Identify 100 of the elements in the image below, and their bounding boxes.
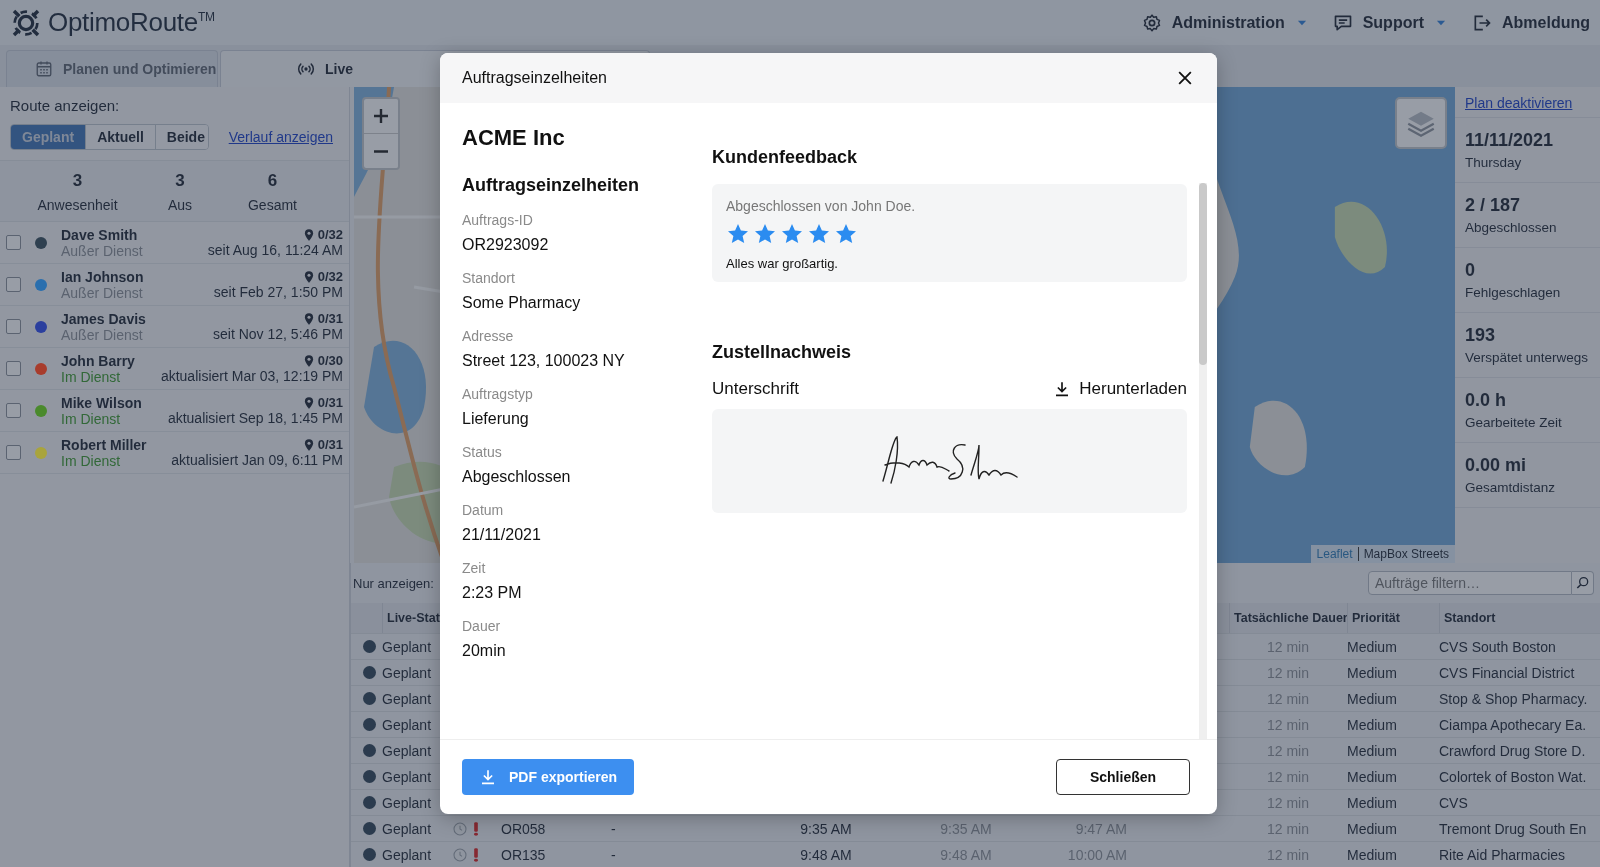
status-dot [363,666,376,679]
field-value: 21/11/2021 [462,526,542,544]
field-label: Status [462,444,503,460]
summary-count: 3 [72,171,83,191]
driver-name[interactable]: Ian Johnson [61,268,144,285]
driver-name[interactable]: Dave Smith [61,226,143,243]
table-cell-text: Geplant [382,794,433,811]
star-icon [726,222,750,246]
column-header[interactable]: Priorität [1347,603,1439,633]
table-cell-text: 9:35 AM [799,820,853,837]
export-pdf-button[interactable]: PDF exportieren [462,759,635,795]
stat-value: 0 [1465,259,1476,281]
field-label: Zeit [462,560,487,576]
checkbox[interactable] [6,235,21,250]
field-label: Auftrags-ID [462,212,534,228]
download-link[interactable]: Herunterladen [1053,379,1187,399]
summary-label: Gesamt [248,197,297,213]
clock-icon [452,820,468,837]
field-value: 2:23 PM [462,584,523,602]
order-count: 0/32 [317,269,343,284]
feedback-comment: Alles war großartig. [726,256,838,271]
status-dot [363,718,376,731]
close-button[interactable]: Schließen [1056,759,1190,795]
field-value: OR2923092 [462,236,550,254]
status-dot [363,770,376,783]
table-cell-text: Geplant [382,690,433,707]
star-icon [834,222,858,246]
minus-icon [373,149,389,153]
stat-label: Gesamtdistanz [1465,479,1557,495]
table-cell-text: Rite Aid Pharmacies [1439,846,1567,863]
layers-button[interactable] [1395,97,1447,149]
signature-label: Unterschrift [712,379,799,399]
deactivate-plan-link[interactable]: Plan deaktivieren [1455,87,1600,118]
plus-icon [373,108,389,124]
checkbox[interactable] [6,445,21,460]
app-logo[interactable]: OptimoRoute$^{TM}$ [48,7,215,38]
table-cell-text: Geplant [382,846,433,863]
order-count: 0/30 [317,353,343,368]
duty-status: Im Dienst [61,452,122,469]
table-cell-text: - [611,820,617,837]
driver-timestamp: aktualisiert Sep 18, 1:45 PM [167,410,343,426]
nav-link[interactable]: Administration [1141,12,1309,33]
table-cell-text: Geplant [382,716,433,733]
search-button[interactable] [1572,571,1594,595]
zoom-out-button[interactable] [364,134,398,168]
field-label: Auftragstyp [462,386,534,402]
driver-name[interactable]: John Barry [61,352,135,369]
summary-count: 6 [267,171,278,191]
driver-name[interactable]: Mike Wilson [61,394,142,411]
table-cell-text: CVS Financial District [1439,664,1576,681]
table-cell-text: Geplant [382,664,433,681]
table-cell-text: OR135 [501,846,547,863]
order-count: 0/31 [317,311,343,326]
checkbox[interactable] [6,403,21,418]
stat-value: 2 / 187 [1465,194,1522,216]
section-heading: Auftragseinzelheiten [462,175,641,196]
table-cell-text: Medium [1347,690,1398,707]
table-cell-text: Geplant [382,820,433,837]
map-attribution: MapBox Streets [1357,547,1449,561]
nav-link[interactable]: Support [1332,12,1448,33]
driver-timestamp: aktualisiert Jan 09, 6:11 PM [171,452,343,468]
table-cell-text: Colortek of Boston Wat. [1439,768,1588,785]
driver-name[interactable]: Robert Miller [61,436,147,453]
table-cell-text: Geplant [382,768,433,785]
table-cell-text: Medium [1347,768,1398,785]
table-cell-text: Medium [1347,846,1398,863]
status-dot [363,848,376,861]
tab[interactable]: Planen und Optimieren [6,50,218,87]
duty-status: Im Dienst [61,410,122,427]
column-header[interactable]: Standort [1439,603,1600,633]
checkbox[interactable] [6,277,21,292]
table-cell-text: Geplant [382,638,433,655]
stat-label: Gearbeitete Zeit [1465,414,1563,430]
driver-timestamp: aktualisiert Mar 03, 12:19 PM [160,368,343,384]
driver-timestamp: seit Nov 12, 5:46 PM [213,326,343,342]
field-value: Some Pharmacy [462,294,582,312]
field-label: Adresse [462,328,515,344]
history-link[interactable]: Verlauf anzeigen [228,129,333,145]
nav-link[interactable]: Abmeldung [1472,12,1590,33]
driver-name[interactable]: James Davis [61,310,146,327]
scrollbar-thumb[interactable] [1199,183,1207,365]
table-cell-text: Crawford Drug Store D. [1439,742,1587,759]
search-field[interactable]: Aufträge filtern… [1368,571,1572,595]
column-header[interactable]: Tatsächliche Dauer [1229,603,1347,633]
stat-value: 0.00 mi [1465,454,1528,476]
download-icon [479,768,497,786]
checkbox[interactable] [6,361,21,376]
field-label: Dauer [462,618,502,634]
order-count: 0/31 [317,437,343,452]
summary-count: 3 [175,171,185,191]
zoom-in-button[interactable] [364,99,398,134]
stat-value: 0.0 h [1465,389,1508,411]
field-value: 20min [462,642,507,660]
attribution-link[interactable]: Leaflet [1316,547,1353,561]
driver-timestamp: seit Aug 16, 11:24 AM [207,242,343,258]
table-cell-text: - [611,846,617,863]
summary-label: Anwesenheit [37,197,118,213]
checkbox[interactable] [6,319,21,334]
order-count: 0/31 [317,395,343,410]
route-label: Route anzeigen: [9,96,121,114]
